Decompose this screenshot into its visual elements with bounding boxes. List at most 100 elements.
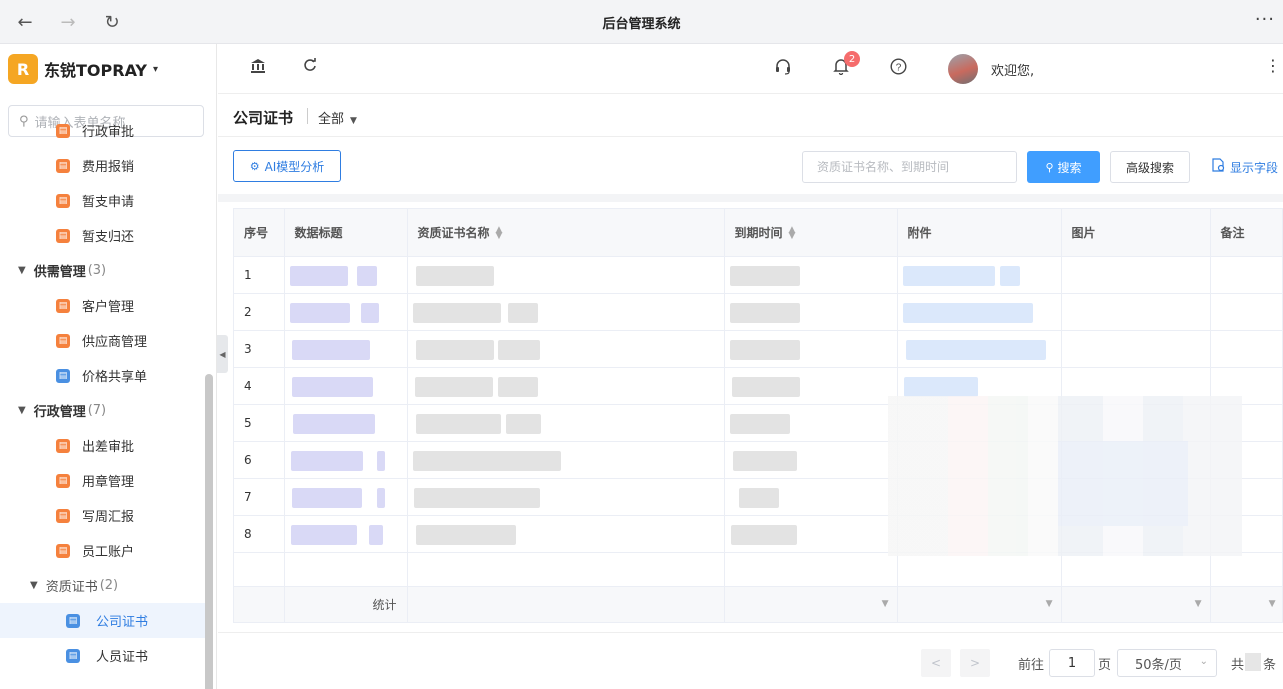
redacted-value	[342, 376, 373, 397]
sidebar-item[interactable]: ▤ 人员证书	[0, 638, 205, 673]
caret-down-icon: ▼	[350, 116, 357, 126]
table-row[interactable]: 3	[234, 330, 1282, 368]
table-cell	[897, 330, 1062, 368]
redacted-value	[291, 487, 362, 508]
summary-dropdown-icon[interactable]: ▼	[1061, 586, 1211, 622]
table-cell	[284, 256, 408, 294]
redacted-value	[292, 413, 375, 434]
table-cell	[284, 515, 408, 553]
empty-cell	[1210, 552, 1282, 587]
table-cell	[284, 404, 408, 442]
sidebar-scrollbar[interactable]	[205, 374, 213, 689]
more-options-icon[interactable]: ⋮	[1265, 56, 1281, 75]
sidebar-item[interactable]: ▤ 行政审批	[0, 113, 205, 148]
sidebar-item[interactable]: ▼ 行政管理 (7)	[0, 393, 205, 428]
refresh-icon[interactable]	[303, 58, 317, 76]
summary-dropdown-icon[interactable]: ▼	[1210, 586, 1282, 622]
prev-page-button[interactable]: <	[921, 649, 951, 677]
chevron-down-icon: ⌄	[1199, 656, 1208, 667]
form-icon: ▤	[66, 613, 80, 628]
row-index: 6	[234, 441, 285, 479]
sidebar-item[interactable]: ▤ 供应商管理	[0, 323, 205, 358]
bank-icon[interactable]	[250, 58, 266, 78]
pagination: < > 前往 页 50条/页 ⌄ 共 条	[218, 632, 1283, 689]
sidebar-item-label: 用章管理	[82, 475, 135, 490]
table-cell	[1061, 330, 1211, 368]
sidebar-item[interactable]: ▤ 员工账户	[0, 533, 205, 568]
table-cell	[1210, 293, 1282, 331]
summary-dropdown-icon[interactable]: ▼	[897, 586, 1062, 622]
sidebar-item[interactable]: ▤ 暂支申请	[0, 183, 205, 218]
table-cell	[724, 478, 898, 516]
table-row[interactable]: 1	[234, 256, 1282, 294]
help-icon[interactable]: ?	[890, 58, 907, 79]
table-cell	[724, 441, 898, 479]
sidebar-item[interactable]: ▤ 价格共享单	[0, 358, 205, 393]
ai-analysis-label: AI模型分析	[264, 159, 325, 174]
table-cell	[407, 515, 725, 553]
form-icon: ▤	[56, 438, 70, 453]
redacted-value	[290, 450, 363, 471]
column-header-expiry-date[interactable]: 到期时间 ▲ ▼	[724, 209, 898, 257]
form-icon: ▤	[56, 508, 70, 523]
form-icon: ▤	[56, 158, 70, 173]
next-page-button[interactable]: >	[960, 649, 990, 677]
page-number-input[interactable]	[1049, 649, 1095, 677]
table-cell	[897, 256, 1062, 294]
table-cell	[407, 404, 725, 442]
redacted-value	[290, 524, 357, 545]
window-title: 后台管理系统	[602, 17, 681, 32]
redacted-value	[729, 265, 800, 286]
column-header-expiry-date-label: 到期时间	[734, 225, 783, 240]
ai-analysis-button[interactable]: ⚙ AI模型分析	[233, 150, 341, 182]
sidebar-item[interactable]: ▤ 费用报销	[0, 148, 205, 183]
column-header-certificate-name[interactable]: 资质证书名称 ▲ ▼	[407, 209, 725, 257]
top-header: 2 ? 欢迎您, ⋮	[218, 44, 1283, 94]
redacted-value	[356, 265, 377, 286]
sort-icon[interactable]: ▲ ▼	[789, 226, 796, 241]
redacted-value	[368, 524, 383, 545]
avatar[interactable]	[948, 54, 978, 84]
sidebar-item[interactable]: ▤ 用章管理	[0, 463, 205, 498]
advanced-search-button[interactable]: 高级搜索	[1110, 151, 1190, 183]
summary-row: 统计 ▼ ▼ ▼ ▼	[234, 586, 1282, 622]
title-divider	[307, 108, 308, 124]
search-button[interactable]: ⚲ 搜索	[1027, 151, 1100, 183]
form-icon: ▤	[56, 123, 70, 138]
sidebar-item[interactable]: ▼ 供需管理 (3)	[0, 253, 205, 288]
browser-toolbar: ← → ↻ 后台管理系统 ···	[0, 0, 1283, 44]
certificate-search-input[interactable]	[802, 151, 1017, 183]
sidebar-item-label: 出差审批	[82, 440, 135, 455]
table-cell	[724, 293, 898, 331]
page-title: 公司证书	[233, 109, 294, 127]
brand-logo-icon: R	[8, 54, 38, 84]
summary-dropdown-icon[interactable]: ▼	[724, 586, 898, 622]
sidebar-collapse-toggle[interactable]: ◀	[217, 335, 228, 373]
more-menu-icon[interactable]: ···	[1255, 9, 1275, 30]
table-cell	[897, 293, 1062, 331]
sidebar-item[interactable]: ▤ 暂支归还	[0, 218, 205, 253]
brand-switcher[interactable]: R 东锐TOPRAY ▾	[8, 54, 158, 84]
page-size-select[interactable]: 50条/页 ⌄	[1117, 649, 1217, 677]
empty-cell	[897, 552, 1062, 587]
sidebar-item-label: 暂支归还	[82, 230, 135, 245]
form-icon: ▤	[56, 193, 70, 208]
headset-icon[interactable]	[774, 58, 792, 80]
summary-cell	[407, 586, 725, 622]
search-button-label: 搜索	[1057, 160, 1082, 175]
show-fields-link[interactable]: 显示字段	[1212, 158, 1278, 176]
table-row[interactable]: 2	[234, 293, 1282, 331]
sidebar-item[interactable]: ▤ 写周汇报	[0, 498, 205, 533]
table-cell	[407, 330, 725, 368]
redacted-value	[507, 302, 538, 323]
sidebar-item[interactable]: ▤ 公司证书	[0, 603, 205, 638]
sidebar-item-label: 行政审批	[82, 125, 135, 140]
scope-filter-dropdown[interactable]: 全部 ▼	[318, 108, 357, 127]
empty-cell	[724, 552, 898, 587]
sort-icon[interactable]: ▲ ▼	[496, 226, 503, 241]
sidebar-item[interactable]: ▤ 出差审批	[0, 428, 205, 463]
redacted-value	[413, 487, 540, 508]
sidebar-item[interactable]: ▼ 资质证书 (2)	[0, 568, 205, 603]
sidebar-item[interactable]: ▤ 客户管理	[0, 288, 205, 323]
form-icon: ▤	[56, 298, 70, 313]
